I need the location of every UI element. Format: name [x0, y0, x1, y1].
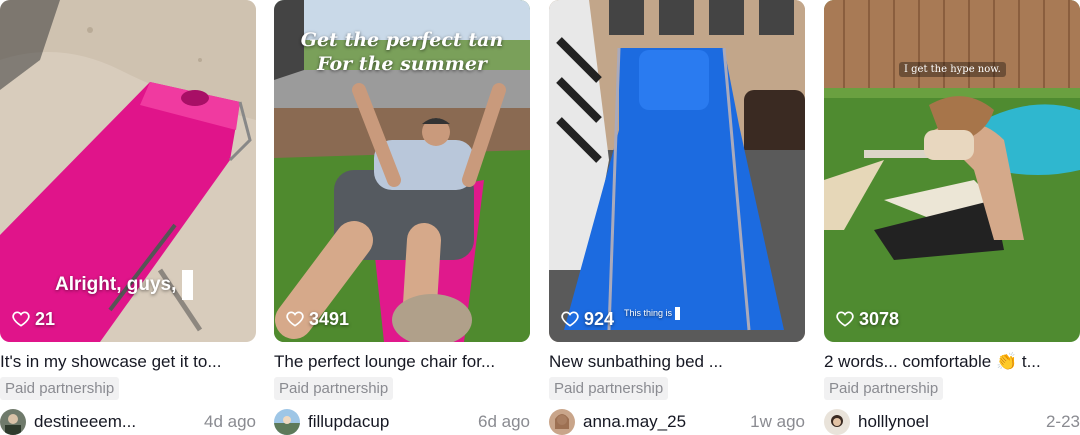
post-date: 4d ago [204, 412, 256, 431]
post-date: 6d ago [478, 412, 530, 431]
video-grid: Alright, guys, 21 It's in my showcase ge… [0, 0, 1080, 435]
likes-count: 924 [560, 306, 614, 332]
overlay-title: Get the perfect tan For the summer [274, 28, 530, 76]
video-title[interactable]: 2 words... comfortable 👏 t... [824, 352, 1080, 372]
heart-outline-icon [836, 311, 854, 327]
video-thumbnail[interactable]: This thing is 924 [549, 0, 805, 342]
overlay-line-2: For the summer [317, 53, 487, 75]
video-thumbnail[interactable]: Get the perfect tan For the summer 3491 [274, 0, 530, 342]
author-row[interactable]: fillupdacup 6d ago [274, 409, 530, 435]
overlay-line-1: Get the perfect tan [300, 29, 504, 51]
heart-outline-icon [561, 311, 579, 327]
paid-partnership-badge: Paid partnership [0, 377, 120, 400]
likes-count: 3491 [285, 306, 349, 332]
video-title[interactable]: New sunbathing bed ... [549, 352, 805, 372]
video-thumbnail[interactable]: I get the hype now. 3078 [824, 0, 1080, 342]
video-title[interactable]: It's in my showcase get it to... [0, 352, 256, 372]
text-cursor [182, 270, 194, 300]
author-username[interactable]: anna.may_25 [583, 412, 750, 432]
video-card-3[interactable]: This thing is 924 New sunbathing bed ...… [549, 0, 805, 435]
author-username[interactable]: fillupdacup [308, 412, 478, 432]
text-cursor [675, 307, 681, 320]
author-row[interactable]: anna.may_25 1w ago [549, 409, 805, 435]
paid-partnership-badge: Paid partnership [824, 377, 944, 400]
overlay-caption: I get the hype now. [899, 62, 1006, 77]
video-card-4[interactable]: I get the hype now. 3078 2 words... comf… [824, 0, 1080, 435]
video-thumbnail[interactable]: Alright, guys, 21 [0, 0, 256, 342]
thumbnail-image [549, 0, 805, 342]
post-date: 1w ago [750, 412, 805, 431]
author-row[interactable]: holllynoel 2-23 [824, 409, 1080, 435]
video-title[interactable]: The perfect lounge chair for... [274, 352, 530, 372]
overlay-caption: This thing is [624, 307, 681, 320]
post-date: 2-23 [1045, 412, 1080, 431]
video-card-1[interactable]: Alright, guys, 21 It's in my showcase ge… [0, 0, 256, 435]
author-username[interactable]: holllynoel [858, 412, 1046, 432]
likes-count: 3078 [835, 306, 899, 332]
overlay-caption: Alright, guys, [55, 270, 194, 300]
video-card-2[interactable]: Get the perfect tan For the summer 3491 … [274, 0, 530, 435]
likes-count: 21 [11, 306, 55, 332]
thumbnail-image [824, 0, 1080, 342]
author-row[interactable]: destineeem... 4d ago [0, 409, 256, 435]
avatar[interactable] [274, 409, 300, 435]
avatar[interactable] [549, 409, 575, 435]
heart-outline-icon [12, 311, 30, 327]
author-username[interactable]: destineeem... [34, 412, 204, 432]
avatar[interactable] [824, 409, 850, 435]
avatar[interactable] [0, 409, 26, 435]
paid-partnership-badge: Paid partnership [274, 377, 394, 400]
paid-partnership-badge: Paid partnership [549, 377, 669, 400]
heart-outline-icon [286, 311, 304, 327]
